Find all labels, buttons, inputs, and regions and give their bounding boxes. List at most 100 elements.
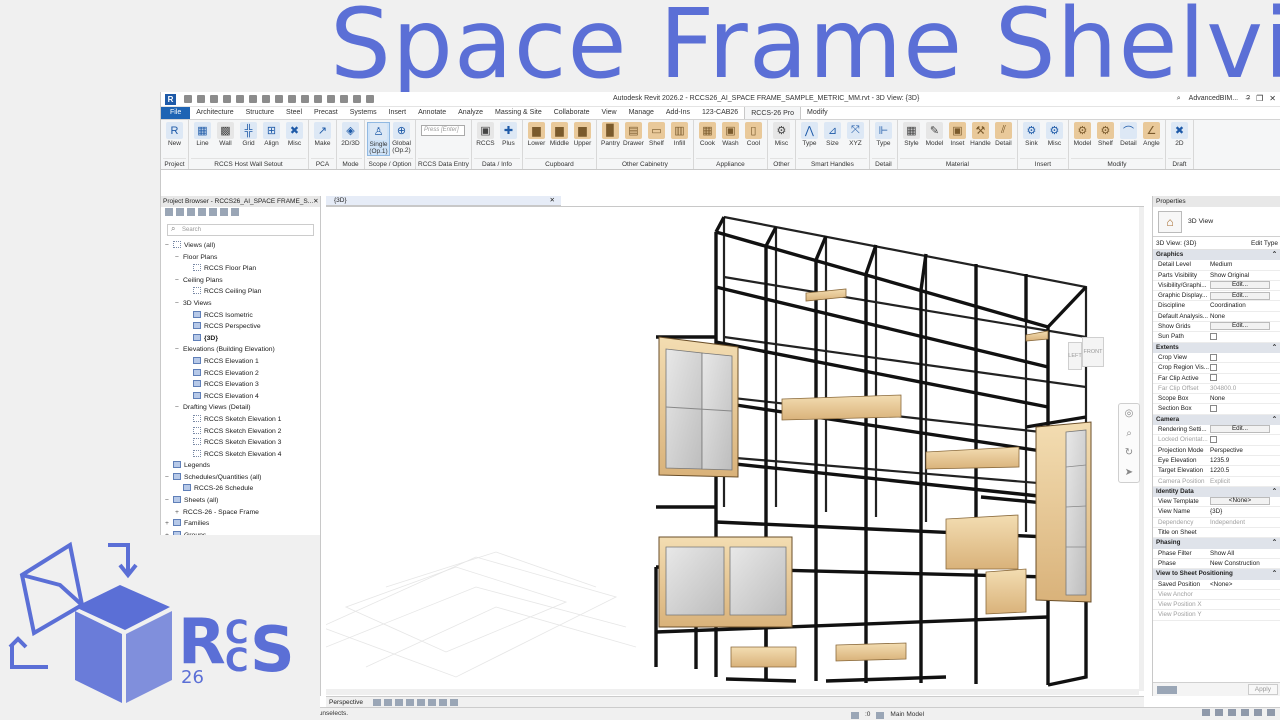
filter-icon[interactable]: [1267, 709, 1275, 716]
tool-middle-button[interactable]: ▆ Middle: [548, 122, 571, 147]
select-underlay-icon[interactable]: [1215, 709, 1223, 716]
tree-item[interactable]: RCCS Perspective: [161, 321, 320, 333]
edit-button[interactable]: Edit...: [1210, 322, 1270, 331]
expand-toggle-icon[interactable]: −: [175, 298, 183, 310]
tree-item[interactable]: RCCS Floor Plan: [161, 263, 320, 275]
tree-item[interactable]: RCCS Sketch Elevation 2: [161, 426, 320, 438]
tab-manage[interactable]: Manage: [623, 106, 660, 119]
text-icon[interactable]: [288, 95, 296, 103]
tool-misc-button[interactable]: ✖ Misc: [283, 122, 306, 147]
instance-filter[interactable]: 3D View: {3D}: [1156, 240, 1196, 247]
checkbox[interactable]: [1210, 374, 1217, 382]
property-value[interactable]: Edit...: [1210, 291, 1280, 300]
table-icon[interactable]: [198, 208, 206, 216]
section-camera[interactable]: Camera ⌃: [1153, 414, 1280, 426]
render-icon[interactable]: [405, 698, 414, 706]
collapse-icon[interactable]: ⌃: [1272, 415, 1277, 425]
properties-help-link[interactable]: [1157, 685, 1177, 694]
expand-toggle-icon[interactable]: −: [175, 344, 183, 356]
tab-collaborate[interactable]: Collaborate: [548, 106, 596, 119]
expand-icon[interactable]: [176, 208, 184, 216]
property-value[interactable]: 1235.9: [1210, 456, 1280, 465]
property-value[interactable]: Show Original: [1210, 271, 1280, 280]
tab-architecture[interactable]: Architecture: [190, 106, 239, 119]
home-icon[interactable]: [165, 208, 173, 216]
search-input[interactable]: Search: [167, 224, 314, 236]
close-hidden-icon[interactable]: [327, 95, 335, 103]
section-extents[interactable]: Extents ⌃: [1153, 342, 1280, 353]
tree-item[interactable]: RCCS Ceiling Plan: [161, 286, 320, 298]
type-selector[interactable]: ⌂ 3D View: [1153, 207, 1280, 237]
viewcube-front-face[interactable]: FRONT: [1082, 337, 1104, 367]
property-value[interactable]: [1210, 353, 1280, 362]
tool-single-op-1-button[interactable]: ♙ Single (Op.1): [367, 122, 390, 156]
tool-wash-button[interactable]: ▣ Wash: [719, 122, 742, 147]
reveal-icon[interactable]: [449, 698, 458, 706]
property-value[interactable]: New Construction: [1210, 559, 1280, 568]
select-face-icon[interactable]: [1241, 709, 1249, 716]
tab-file[interactable]: File: [161, 106, 191, 119]
tool-infill-button[interactable]: ▥ Infill: [668, 122, 691, 147]
tree-item[interactable]: RCCS Isometric: [161, 310, 320, 322]
tab-precast[interactable]: Precast: [308, 106, 344, 119]
tool-detail-button[interactable]: ⫽ Detail: [992, 122, 1015, 147]
view-3d[interactable]: {3D} ✕: [326, 196, 1144, 701]
tab-annotate[interactable]: Annotate: [412, 106, 452, 119]
property-value[interactable]: Perspective: [1210, 446, 1280, 455]
property-value[interactable]: [1210, 332, 1280, 341]
restore-icon[interactable]: ❐: [1256, 94, 1263, 103]
tree-item[interactable]: + RCCS-26 - Space Frame: [161, 507, 320, 519]
switch-icon[interactable]: [340, 95, 348, 103]
hide-icon[interactable]: [438, 698, 447, 706]
link-icon[interactable]: [231, 208, 239, 216]
tree-item[interactable]: RCCS Sketch Elevation 4: [161, 449, 320, 461]
sheet-icon[interactable]: [187, 208, 195, 216]
settings-icon[interactable]: [353, 95, 361, 103]
section-phasing[interactable]: Phasing ⌃: [1153, 538, 1280, 549]
property-value[interactable]: Show All: [1210, 549, 1280, 558]
measure-icon[interactable]: [249, 95, 257, 103]
close-icon[interactable]: ✕: [313, 196, 318, 207]
tool-cook-button[interactable]: ▦ Cook: [696, 122, 719, 147]
fly-icon[interactable]: ➤: [1125, 467, 1133, 478]
space-frame-model[interactable]: [326, 207, 1139, 689]
tree-item[interactable]: RCCS Elevation 3: [161, 379, 320, 391]
collapse-icon[interactable]: ⌃: [1272, 569, 1277, 579]
tool-drawer-button[interactable]: ▤ Drawer: [622, 122, 645, 147]
property-value[interactable]: <None>: [1210, 497, 1280, 506]
tool-line-button[interactable]: ▦ Line: [191, 122, 214, 147]
viewcube-left-face[interactable]: LEFT: [1068, 342, 1082, 370]
tree-item[interactable]: −3D Views: [161, 298, 320, 310]
line-icon[interactable]: [314, 95, 322, 103]
tool-make-button[interactable]: ↗ Make: [311, 122, 334, 147]
edit-button[interactable]: <None>: [1210, 497, 1270, 506]
tree-item[interactable]: − Floor Plans: [161, 252, 320, 264]
collapse-icon[interactable]: ⌃: [1272, 343, 1277, 353]
tool-upper-button[interactable]: ▆ Upper: [571, 122, 594, 147]
property-value[interactable]: Medium: [1210, 260, 1280, 269]
apply-button[interactable]: Apply: [1247, 684, 1278, 695]
edit-type-button[interactable]: Edit Type: [1251, 240, 1278, 247]
minimize-icon[interactable]: –: [1246, 94, 1250, 103]
tool-pantry-button[interactable]: ▉ Pantry: [599, 122, 622, 147]
collapse-icon[interactable]: ⌃: [1272, 487, 1277, 497]
tool-global-op-2-button[interactable]: ⊕ Global (Op.2): [390, 122, 413, 154]
tool-new-button[interactable]: R New: [163, 122, 186, 147]
tab-123-cab26[interactable]: 123-CAB26: [696, 106, 744, 119]
tool-style-button[interactable]: ▦ Style: [900, 122, 923, 147]
redo-icon[interactable]: [236, 95, 244, 103]
tree-item[interactable]: − Ceiling Plans: [161, 275, 320, 287]
horizontal-scrollbar[interactable]: [326, 689, 1139, 695]
projection-mode[interactable]: Perspective: [329, 699, 363, 706]
expand-toggle-icon[interactable]: −: [175, 275, 183, 287]
tool-xyz-button[interactable]: ⤧ XYZ: [844, 122, 867, 147]
checkbox[interactable]: [1210, 436, 1217, 444]
tree-item[interactable]: RCCS Elevation 4: [161, 391, 320, 403]
main-model-select[interactable]: Main Model: [890, 709, 924, 720]
property-value[interactable]: Coordination: [1210, 301, 1280, 310]
tree-item[interactable]: {3D}: [161, 333, 320, 345]
tree-item[interactable]: − Schedules/Quantities (all): [161, 472, 320, 484]
tab-analyze[interactable]: Analyze: [452, 106, 489, 119]
close-icon[interactable]: ✕: [1269, 94, 1276, 103]
property-value[interactable]: Edit...: [1210, 281, 1280, 290]
